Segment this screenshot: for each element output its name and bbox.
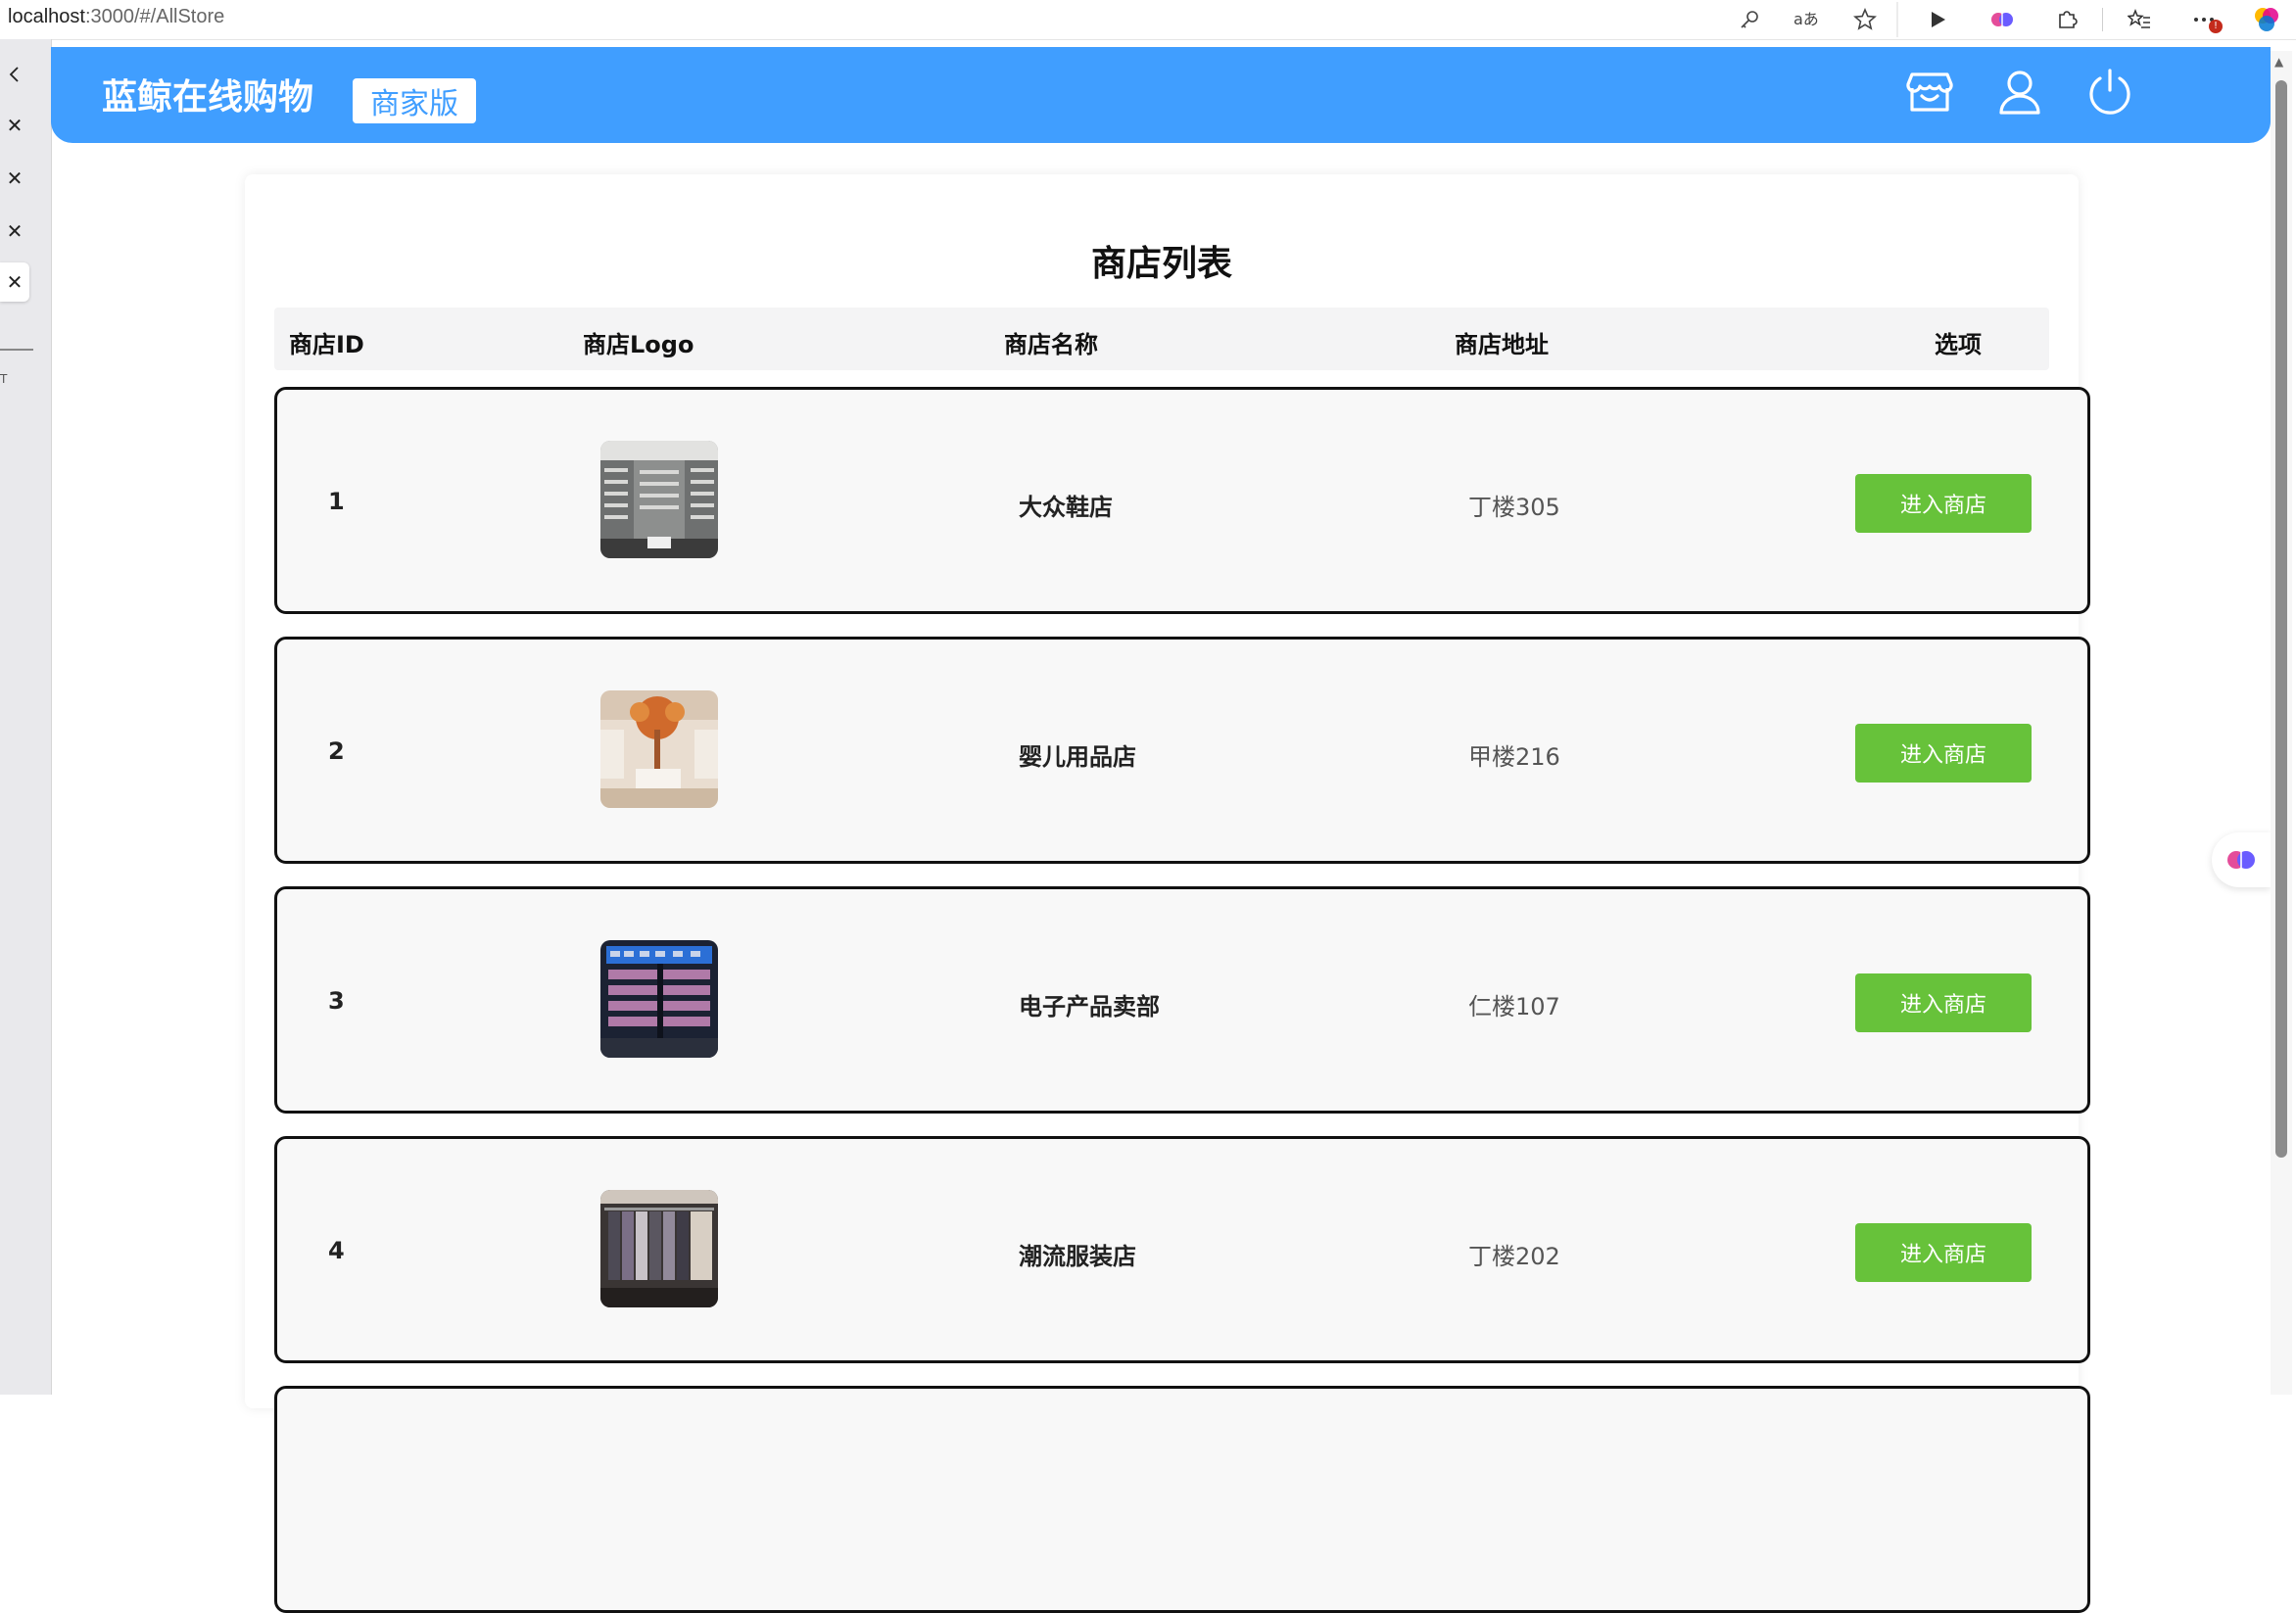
collapse-tabs-icon[interactable]: [0, 55, 29, 94]
column-header-address: 商店地址: [1455, 331, 1549, 358]
table-row: 4 潮流服装店 丁楼202 进入商店: [274, 1136, 2090, 1363]
store-name: 婴儿用品店: [1019, 743, 1136, 771]
page-title: 商店列表: [1090, 244, 1232, 284]
enter-store-button[interactable]: 进入商店: [1855, 973, 2032, 1032]
scroll-up-arrow-icon[interactable]: ▲: [2274, 55, 2283, 69]
translate-icon[interactable]: aあ: [1787, 0, 1826, 39]
key-icon[interactable]: [1730, 0, 1769, 39]
extensions-puzzle-icon[interactable]: [2047, 0, 2086, 39]
brain-icon: [2227, 851, 2255, 869]
app-header: 蓝鲸在线购物 商家版: [51, 47, 2271, 143]
browser-address-bar: localhost:3000/#/AllStore aあ !: [0, 0, 2296, 40]
close-tab-icon[interactable]: ✕: [0, 212, 29, 251]
floating-assistant-button[interactable]: [2212, 832, 2271, 887]
edition-badge: 商家版: [353, 78, 476, 123]
tab-separator: [0, 349, 33, 351]
shoe-store-photo: [600, 441, 718, 558]
store-address: 甲楼216: [1468, 743, 1560, 771]
enter-store-button[interactable]: 进入商店: [1855, 1223, 2032, 1282]
enter-store-button[interactable]: 进入商店: [1855, 474, 2032, 533]
brand-title: 蓝鲸在线购物: [102, 77, 314, 118]
store-name: 潮流服装店: [1019, 1243, 1136, 1270]
store-list-card: 商店列表 商店ID 商店Logo 商店名称 商店地址 选项 1 大众鞋店 丁楼3…: [245, 174, 2090, 1613]
enter-store-button[interactable]: 进入商店: [1855, 724, 2032, 783]
store-id: 1: [328, 488, 345, 515]
url-field[interactable]: localhost:3000/#/AllStore: [8, 6, 224, 28]
electronics-store-photo: [600, 940, 718, 1058]
baby-store-photo: [600, 690, 718, 808]
notification-badge: !: [2209, 20, 2223, 33]
store-icon[interactable]: [1900, 63, 1959, 121]
table-row: [274, 1386, 2090, 1613]
table-header: 商店ID 商店Logo 商店名称 商店地址 选项: [274, 308, 2049, 370]
scrollbar-thumb[interactable]: [2275, 80, 2287, 1158]
url-path: :3000/#/AllStore: [84, 6, 225, 27]
copilot-icon[interactable]: [2247, 0, 2286, 39]
store-id: 4: [328, 1237, 345, 1264]
table-row: 2 婴儿用品店 甲楼216 进入商店: [274, 637, 2090, 864]
power-icon[interactable]: [2081, 63, 2139, 121]
store-address: 丁楼305: [1468, 494, 1560, 521]
table-row: 1 大众鞋店 丁楼305 进入商店: [274, 387, 2090, 614]
store-id: 3: [328, 987, 345, 1015]
close-tab-icon[interactable]: ✕: [0, 159, 29, 198]
table-row: 3 电子产品卖部 仁楼107 进入商店: [274, 886, 2090, 1114]
store-address: 仁楼107: [1468, 993, 1560, 1020]
active-tab-close-icon[interactable]: ✕: [0, 262, 29, 302]
store-address: 丁楼202: [1468, 1243, 1560, 1270]
url-host: localhost: [8, 6, 85, 27]
close-tab-icon[interactable]: ✕: [0, 106, 29, 145]
column-header-name: 商店名称: [1004, 331, 1098, 358]
play-icon[interactable]: [1918, 0, 1957, 39]
svg-text:aあ: aあ: [1794, 10, 1819, 28]
column-header-id: 商店ID: [289, 331, 364, 358]
store-id: 2: [328, 737, 345, 765]
toolbar-divider: [2102, 8, 2103, 31]
favorites-list-icon[interactable]: [2120, 0, 2159, 39]
store-name: 大众鞋店: [1019, 494, 1113, 521]
column-header-options: 选项: [1935, 331, 1982, 358]
vertical-tab-strip: ✕ ✕ ✕ ✕ T: [0, 39, 52, 1395]
brain-extension-icon[interactable]: [1983, 0, 2022, 39]
tab-strip-marker: T: [0, 372, 8, 386]
store-name: 电子产品卖部: [1019, 993, 1160, 1020]
address-divider: [1896, 2, 1898, 37]
user-icon[interactable]: [1990, 63, 2049, 121]
clothing-store-photo: [600, 1190, 718, 1307]
star-favorite-icon[interactable]: [1845, 0, 1885, 39]
column-header-logo: 商店Logo: [583, 331, 694, 358]
